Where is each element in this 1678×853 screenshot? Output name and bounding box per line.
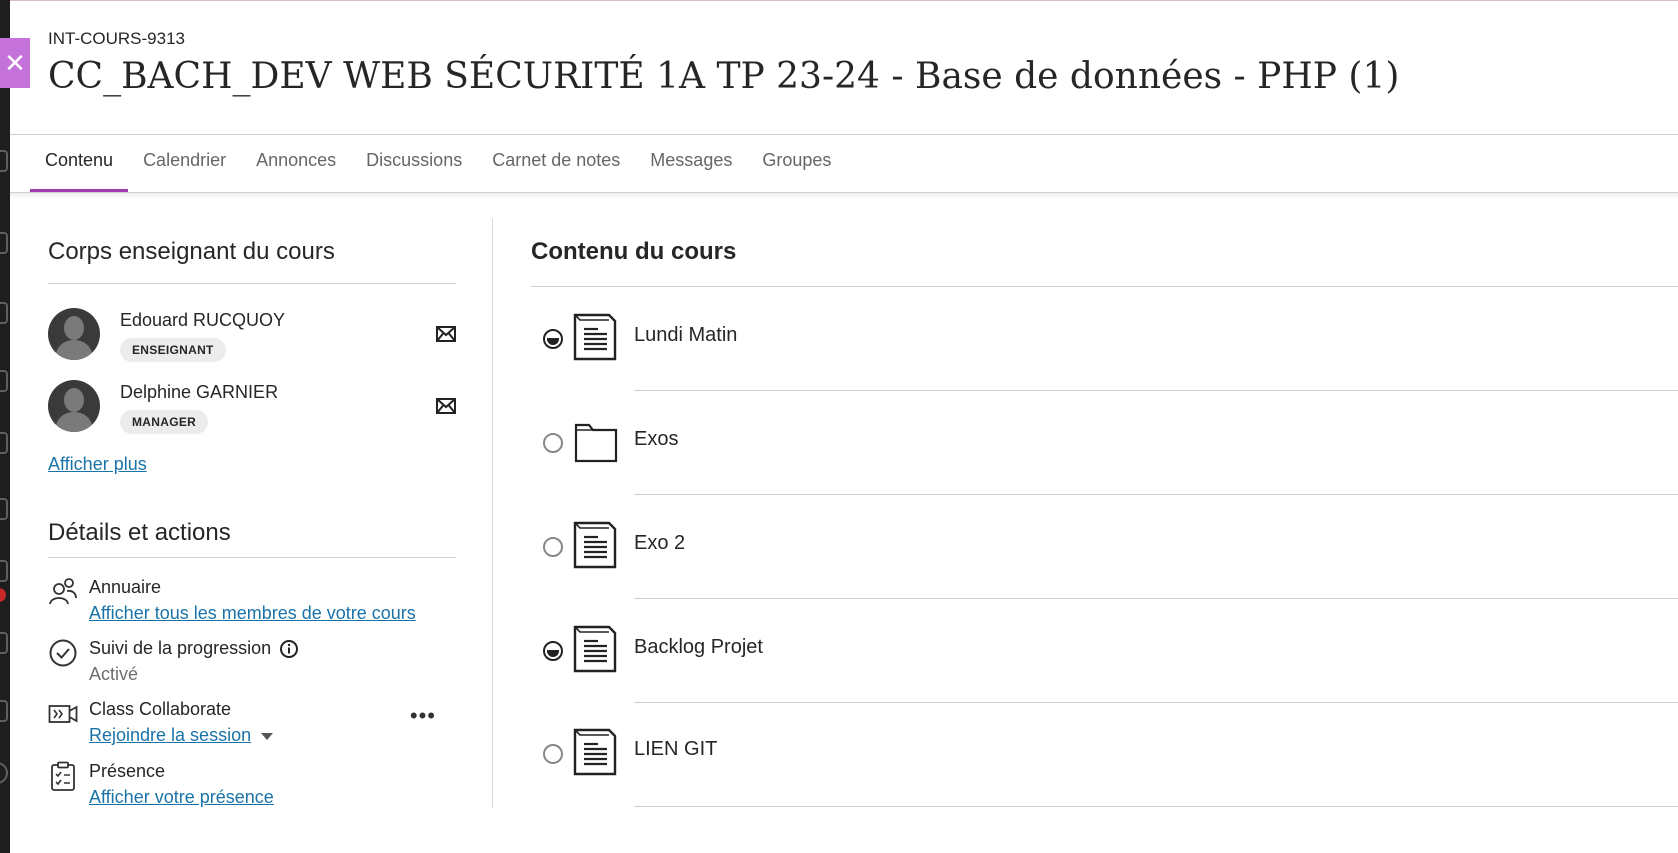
courses-icon[interactable] (0, 498, 8, 520)
content-item: Lundi Matin (531, 287, 1678, 391)
content-item: Exos (531, 391, 1678, 495)
content-item-title[interactable]: Lundi Matin (634, 324, 737, 347)
roster-link[interactable]: Afficher tous les membres de votre cours (89, 603, 416, 623)
avatar (48, 308, 100, 360)
item-divider (634, 806, 1678, 807)
info-icon[interactable] (280, 639, 299, 658)
content-item: Backlog Projet (531, 599, 1678, 703)
progress-indicator-icon[interactable] (543, 329, 563, 349)
progress-detail: Suivi de la progression Activé (48, 638, 456, 685)
document-icon (573, 625, 617, 673)
document-icon (573, 313, 617, 361)
progress-status: Activé (89, 664, 139, 684)
check-circle-icon (49, 639, 77, 667)
tab-contenu[interactable]: Contenu (30, 135, 129, 193)
tab-discussions[interactable]: Discussions (351, 135, 477, 193)
top-border (10, 0, 1678, 1)
tab-calendrier[interactable]: Calendrier (128, 135, 241, 193)
document-icon (573, 521, 617, 569)
roster-detail: Annuaire Afficher tous les membres de vo… (48, 577, 456, 624)
calendar-icon[interactable] (0, 370, 8, 392)
notification-badge (0, 588, 6, 602)
progress-indicator-icon[interactable] (543, 433, 563, 453)
mail-icon[interactable] (436, 398, 456, 414)
avatar (48, 380, 100, 432)
details-divider (48, 557, 456, 558)
tab-annonces[interactable]: Annonces (241, 135, 351, 193)
instructor-name[interactable]: Edouard RUCQUOY (120, 310, 285, 331)
course-sidebar: Corps enseignant du cours Edouard RUCQUO… (48, 238, 456, 808)
messages-icon[interactable] (0, 560, 8, 582)
close-icon: ✕ (4, 48, 26, 78)
content-item-title[interactable]: LIEN GIT (634, 738, 717, 761)
course-page: ✕ INT-COURS-9313 CC_BACH_DEV WEB SÉCURIT… (0, 0, 1678, 853)
progress-title: Suivi de la progression (89, 638, 272, 658)
collaborate-detail: Class Collaborate Rejoindre la session •… (48, 699, 456, 746)
video-icon (48, 705, 78, 723)
progress-indicator-icon[interactable] (543, 537, 563, 557)
show-more-link[interactable]: Afficher plus (48, 454, 147, 474)
instructor-item: Edouard RUCQUOY ENSEIGNANT (48, 308, 456, 380)
column-divider (492, 218, 493, 808)
institution-icon[interactable] (0, 150, 8, 172)
attendance-link[interactable]: Afficher votre présence (89, 787, 274, 807)
content-item-title[interactable]: Exos (634, 428, 678, 451)
clipboard-icon (51, 761, 75, 791)
attendance-detail: Présence Afficher votre présence (48, 761, 456, 808)
collaborate-title: Class Collaborate (89, 699, 232, 719)
join-session-link[interactable]: Rejoindre la session (89, 725, 251, 745)
people-icon (49, 578, 77, 605)
content-item-title[interactable]: Exo 2 (634, 532, 685, 555)
content-item-title[interactable]: Backlog Projet (634, 636, 763, 659)
help-icon[interactable] (0, 762, 8, 784)
grades-icon[interactable] (0, 632, 8, 654)
instructor-name[interactable]: Delphine GARNIER (120, 382, 278, 403)
course-tabs: Contenu Calendrier Annonces Discussions … (30, 135, 846, 193)
course-id: INT-COURS-9313 (48, 29, 185, 48)
content-item: LIEN GIT (531, 703, 1678, 807)
profile-icon[interactable] (0, 232, 8, 254)
document-icon (573, 728, 617, 776)
page-title: CC_BACH_DEV WEB SÉCURITÉ 1A TP 23-24 - B… (48, 56, 1400, 97)
attendance-title: Présence (89, 761, 166, 781)
content-heading: Contenu du cours (531, 238, 737, 265)
tab-groupes[interactable]: Groupes (747, 135, 846, 193)
left-navigation-strip (0, 0, 10, 853)
progress-indicator-icon[interactable] (543, 744, 563, 764)
course-content: Contenu du cours Lundi Matin Exos Exo 2 … (531, 238, 1678, 807)
globe-icon[interactable] (0, 302, 8, 324)
chevron-down-icon[interactable] (261, 732, 274, 740)
folder-icon (574, 423, 618, 463)
content-item: Exo 2 (531, 495, 1678, 599)
tools-icon[interactable] (0, 700, 8, 722)
tabs-shadow (10, 193, 1678, 199)
tab-messages[interactable]: Messages (635, 135, 747, 193)
roster-title: Annuaire (89, 577, 162, 597)
close-course-button[interactable]: ✕ (0, 38, 30, 88)
people-nav-icon[interactable] (0, 432, 8, 454)
mail-icon[interactable] (436, 326, 456, 342)
instructor-item: Delphine GARNIER MANAGER (48, 380, 456, 452)
tab-carnet-de-notes[interactable]: Carnet de notes (477, 135, 635, 193)
role-badge: MANAGER (120, 410, 209, 434)
instructors-heading: Corps enseignant du cours (48, 238, 335, 265)
more-options-button[interactable]: ••• (410, 705, 436, 727)
progress-indicator-icon[interactable] (543, 641, 563, 661)
role-badge: ENSEIGNANT (120, 338, 226, 362)
details-heading: Détails et actions (48, 519, 231, 546)
